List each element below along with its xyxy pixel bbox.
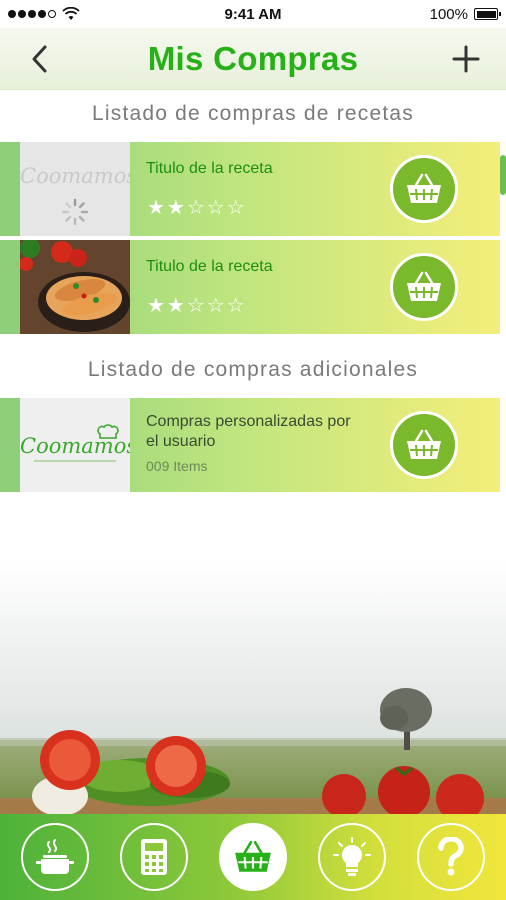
row-stripe (0, 398, 20, 492)
basket-icon (235, 840, 271, 872)
additional-content: Compras personalizadas por el usuario 00… (130, 398, 500, 492)
basket-icon (407, 429, 441, 459)
add-to-basket-button[interactable] (390, 253, 458, 321)
battery-percent: 100% (429, 5, 468, 23)
recipe-list-item[interactable]: Coomamos Titulo de la receta ★★☆☆☆ (0, 142, 500, 236)
recipe-thumbnail-placeholder: Coomamos (20, 142, 130, 236)
add-to-basket-button[interactable] (390, 155, 458, 223)
status-bar: 9:41 AM 100% (0, 0, 506, 28)
plus-icon (452, 45, 480, 72)
chevron-left-icon (32, 45, 47, 72)
section-title-recipes: Listado de compras de recetas (92, 102, 414, 125)
list-title: Compras personalizadas por el usuario (146, 413, 351, 450)
logo-thumbnail: Coomamos (20, 398, 130, 492)
basket-icon (407, 271, 441, 301)
nav-shopping-button[interactable] (218, 823, 287, 891)
additional-list-item[interactable]: Coomamos Compras personalizadas por el u… (0, 398, 500, 492)
calculator-icon (141, 839, 168, 875)
enchiladas-photo (20, 240, 130, 334)
app-header: Mis Compras (0, 28, 506, 90)
add-button[interactable] (446, 39, 486, 79)
logo-placeholder-text: Coomamos (20, 164, 130, 188)
vegetables-field-image (0, 560, 506, 818)
back-button[interactable] (20, 39, 60, 79)
page-title: Mis Compras (147, 39, 359, 77)
rating-stars: ★★☆☆☆ (147, 197, 247, 219)
nav-calculator-button[interactable] (120, 823, 189, 891)
background-scene (0, 560, 506, 818)
wifi-icon (62, 7, 80, 20)
pot-icon (36, 839, 75, 874)
recipe-content: Titulo de la receta ★★☆☆☆ (130, 142, 500, 236)
battery-icon (474, 8, 501, 20)
bottom-navigation (0, 814, 506, 900)
loading-spinner-icon (61, 198, 89, 226)
rating-stars: ★★☆☆☆ (147, 295, 247, 317)
nav-recipes-button[interactable] (21, 823, 90, 891)
chef-hat-icon (97, 424, 119, 439)
recipe-content: Titulo de la receta ★★☆☆☆ (130, 240, 500, 334)
section-title-additional: Listado de compras adicionales (87, 358, 419, 381)
open-basket-button[interactable] (390, 411, 458, 479)
recipe-list-item[interactable]: Titulo de la receta ★★☆☆☆ (0, 240, 500, 334)
help-icon (437, 837, 464, 876)
nav-tips-button[interactable] (317, 823, 386, 891)
row-stripe (0, 240, 20, 334)
recipe-photo (20, 240, 130, 334)
scrollbar-thumb[interactable] (500, 155, 506, 195)
signal-area (8, 7, 80, 21)
lightbulb-icon (332, 837, 371, 876)
signal-icon (8, 10, 56, 18)
nav-help-button[interactable] (416, 823, 485, 891)
basket-icon (407, 173, 441, 203)
row-stripe (0, 142, 20, 236)
